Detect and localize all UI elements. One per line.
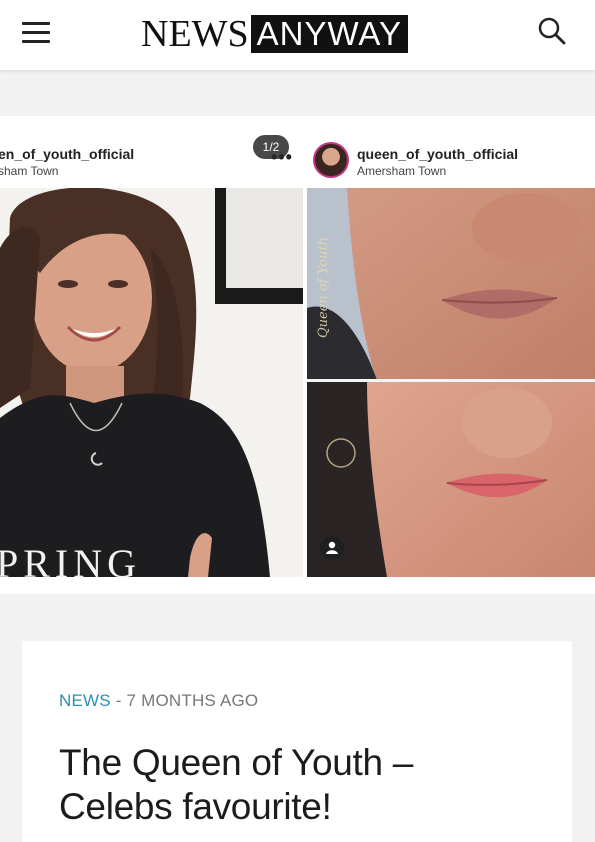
- logo-anyway-text: ANYWAY: [250, 15, 409, 53]
- site-header: NEWS ANYWAY: [0, 0, 595, 70]
- left-post-username: en_of_youth_official: [0, 146, 135, 162]
- right-post-username: queen_of_youth_official: [357, 146, 519, 162]
- article-card[interactable]: NEWS - 7 MONTHS AGO The Queen of Youth –…: [22, 641, 572, 842]
- site-logo[interactable]: NEWS ANYWAY: [141, 13, 409, 55]
- right-post-location: Amersham Town: [357, 164, 447, 178]
- person-tag-icon[interactable]: [320, 536, 344, 560]
- left-post-photo: PRING: [0, 188, 303, 577]
- meta-separator: -: [110, 691, 127, 710]
- right-post-photo: Queen of Youth: [307, 188, 595, 577]
- article-time-ago: 7 MONTHS AGO: [126, 691, 259, 710]
- article-meta: NEWS - 7 MONTHS AGO: [59, 691, 258, 711]
- avatar[interactable]: [313, 142, 349, 178]
- logo-news-text: NEWS: [141, 13, 249, 55]
- left-post-location: sham Town: [0, 164, 59, 178]
- slide-counter-badge: 1/2: [253, 135, 289, 159]
- watermark-text: Queen of Youth: [316, 237, 331, 338]
- search-icon[interactable]: [537, 16, 567, 46]
- instagram-embed-image: en_of_youth_official sham Town ••• queen…: [0, 116, 595, 594]
- sweater-text: PRING: [0, 541, 141, 577]
- article-title[interactable]: The Queen of Youth – Celebs favourite!: [59, 741, 529, 829]
- hamburger-menu-icon[interactable]: [22, 22, 50, 48]
- article-category-link[interactable]: NEWS: [59, 691, 111, 710]
